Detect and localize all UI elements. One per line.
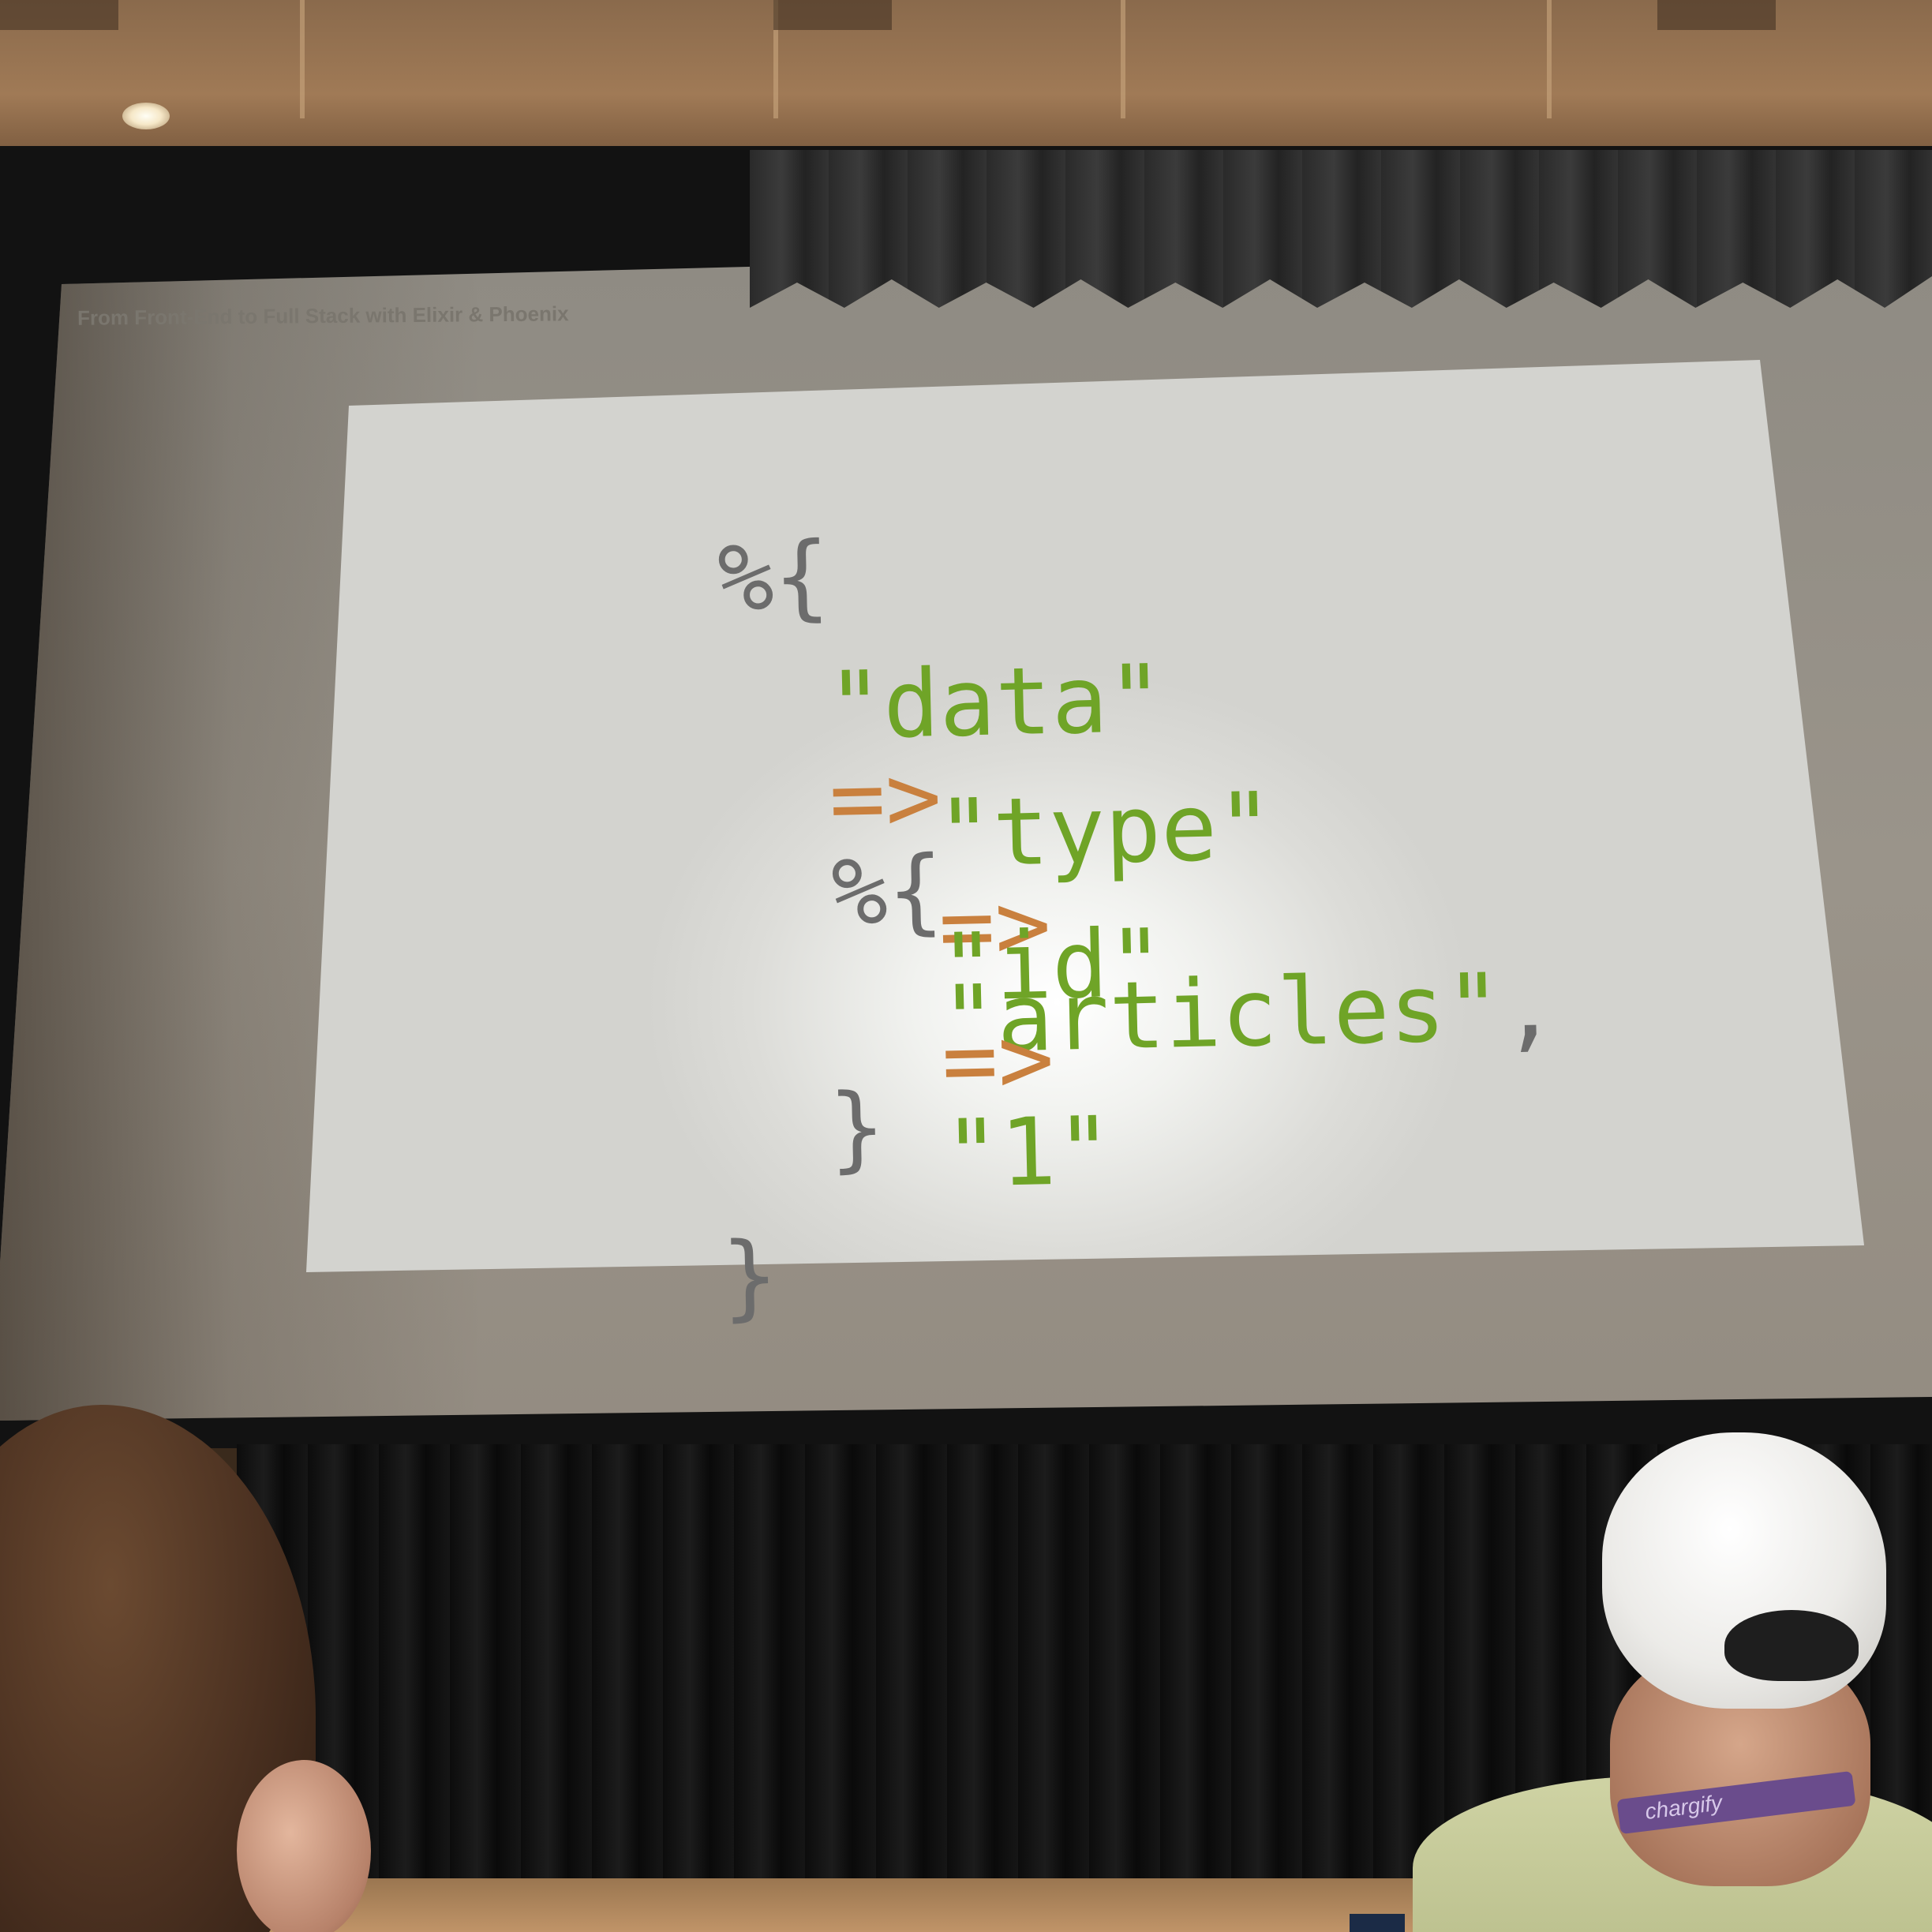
audience-ear (237, 1760, 371, 1932)
ceiling-beam (1547, 0, 1552, 118)
map-close-token: } (827, 1072, 886, 1183)
code-line-6: } (382, 1136, 781, 1424)
conference-photo: From Front-End to Full Stack with Elixir… (0, 0, 1932, 1932)
stage-valance (750, 150, 1932, 308)
map-close-token: } (720, 1220, 780, 1331)
laptop-screen (1350, 1914, 1405, 1932)
ceiling-vent (773, 0, 892, 30)
slide-header: From Front-End to Full Stack with Elixir… (77, 301, 569, 330)
cap-strap (1724, 1610, 1859, 1681)
code-block: %{ "data" => %{ "type" => "articles", "i… (378, 441, 1559, 1331)
comma-token: , (1500, 951, 1559, 1061)
ceiling-vent (0, 0, 118, 30)
ceiling-beam (300, 0, 305, 118)
ceiling-beam (1121, 0, 1125, 118)
lanyard-text: chargify (1643, 1790, 1724, 1825)
ceiling-vent (1657, 0, 1776, 30)
ceiling (0, 0, 1932, 158)
value-token: "1" (942, 1095, 1114, 1209)
ceiling-light (122, 103, 170, 129)
